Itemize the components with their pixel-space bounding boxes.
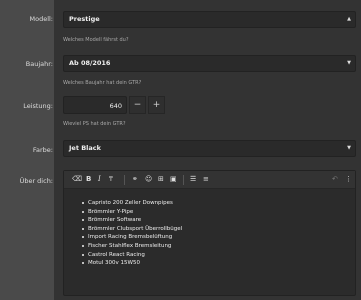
year-help: Welches Baujahr hat dein GTR? [63,80,142,86]
eraser-icon[interactable]: ⌫ [72,175,82,184]
about-list: Capristo 200 Zeller Downpipes Brömmler Y… [82,199,182,268]
select-arrow-icon: ▲ [347,16,351,22]
list-item: Brömmler Software [82,216,182,225]
year-select[interactable]: Ab 08/2016 ▼ [63,55,356,72]
model-select[interactable]: Prestige ▲ [63,11,356,28]
power-decrement-button[interactable]: − [129,96,146,114]
year-label: Baujahr: [25,60,53,68]
undo-icon[interactable]: ↶ [332,175,338,184]
editor-toolbar: ⌫ B I ₸ ⚭ ☺ ⊞ ▣ ☰ ≡ ↶ ⋮ [64,171,355,189]
ordered-list-icon[interactable]: ≡ [203,175,209,184]
italic-icon[interactable]: I [98,175,101,184]
power-increment-button[interactable]: + [148,96,165,114]
color-label: Farbe: [32,146,53,154]
power-stepper: 640 − + [63,96,165,114]
link-icon[interactable]: ⚭ [132,175,138,184]
power-input[interactable]: 640 [63,96,127,114]
model-value: Prestige [69,15,100,23]
text-size-icon[interactable]: ₸ [109,175,113,184]
select-arrow-icon: ▼ [347,145,351,151]
toolbar-divider [183,175,184,185]
color-value: Jet Black [69,144,101,152]
list-item: Brömmler Y-Pipe [82,208,182,217]
model-label: Modell: [29,15,53,23]
image-icon[interactable]: ▣ [170,175,177,184]
select-arrow-icon: ▼ [347,60,351,66]
color-select[interactable]: Jet Black ▼ [63,140,356,157]
list-item: Import Racing Bremsbelüftung [82,233,182,242]
list-item: Brömmler Clubsport Überrollbügel [82,225,182,234]
power-value: 640 [109,102,122,110]
emoji-icon[interactable]: ☺ [145,175,152,184]
toolbar-divider [124,175,125,185]
year-value: Ab 08/2016 [69,59,111,67]
bold-icon[interactable]: B [86,175,91,184]
power-label: Leistung: [23,102,53,110]
list-item: Castrol React Racing [82,251,182,260]
list-icon[interactable]: ☰ [190,175,196,184]
insert-icon[interactable]: ⊞ [158,175,164,184]
about-editor[interactable]: ⌫ B I ₸ ⚭ ☺ ⊞ ▣ ☰ ≡ ↶ ⋮ Capristo 200 Zel… [63,170,356,296]
list-item: Fischer Stahlflex Bremsleitung [82,242,182,251]
list-item: Capristo 200 Zeller Downpipes [82,199,182,208]
more-icon[interactable]: ⋮ [345,175,352,184]
model-help: Welches Modell fährst du? [63,37,129,43]
about-label: Über dich: [19,177,53,185]
power-help: Wieviel PS hat dein GTR? [63,121,126,127]
list-item: Motul 300v 15W50 [82,259,182,268]
